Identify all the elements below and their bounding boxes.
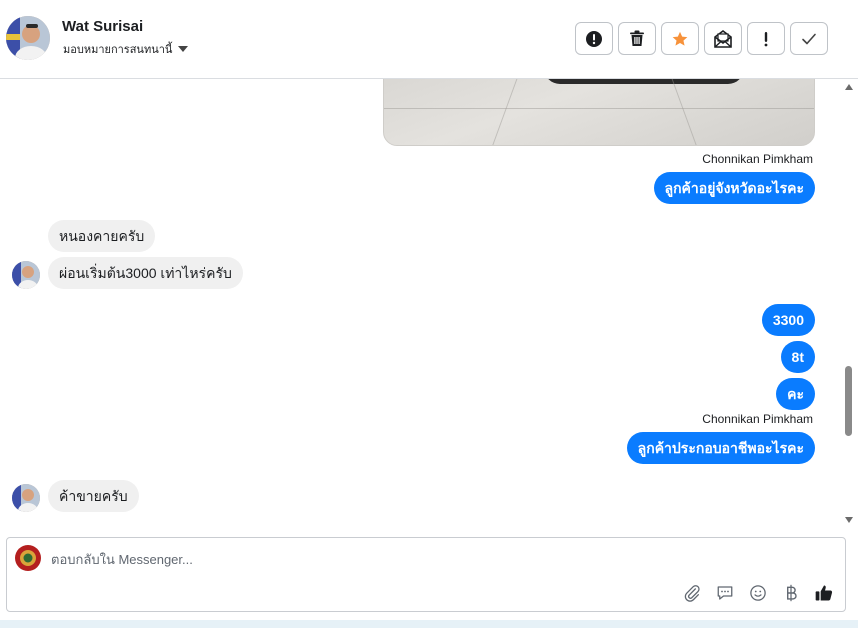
trash-icon — [630, 30, 644, 46]
thread-scrollbar[interactable] — [844, 79, 854, 527]
sender-name: Chonnikan Pimkham — [702, 412, 813, 426]
baht-icon[interactable] — [780, 582, 802, 604]
done-button[interactable] — [790, 22, 828, 55]
scroll-down-arrow-icon[interactable] — [845, 517, 853, 523]
reply-input[interactable] — [51, 549, 651, 569]
assign-label: มอบหมายการสนทนานี้ — [63, 44, 173, 56]
thumbs-up-icon[interactable] — [813, 582, 835, 604]
photo-tile-line — [384, 108, 814, 109]
bottom-divider — [0, 620, 858, 628]
page-avatar — [15, 545, 41, 571]
message-bubble-outgoing[interactable]: 8t — [780, 341, 815, 373]
message-bubble-outgoing[interactable]: คะ — [776, 378, 815, 410]
contact-avatar-small[interactable] — [12, 484, 40, 512]
envelope-open-icon — [714, 29, 732, 48]
star-icon — [672, 31, 688, 46]
contact-avatar-small[interactable] — [12, 261, 40, 289]
composer-tools — [681, 582, 835, 604]
conversation-header: Wat Surisai มอบหมายการสนทนานี้ — [0, 0, 858, 79]
scroll-thumb[interactable] — [845, 366, 852, 436]
checkmark-icon — [802, 33, 816, 44]
contact-avatar[interactable] — [6, 16, 50, 60]
header-actions — [575, 22, 828, 55]
paperclip-icon[interactable] — [681, 582, 703, 604]
scroll-up-arrow-icon[interactable] — [845, 84, 853, 90]
exclamation-icon — [764, 31, 768, 46]
messenger-conversation-panel: Wat Surisai มอบหมายการสนทนานี้ Chonnikan… — [0, 0, 858, 628]
message-bubble-outgoing[interactable]: 3300 — [761, 304, 815, 336]
saved-reply-icon[interactable] — [714, 582, 736, 604]
message-bubble-incoming[interactable]: ผ่อนเริ่มต้น3000 เท่าไหร่ครับ — [48, 257, 243, 289]
assign-conversation-dropdown[interactable]: มอบหมายการสนทนานี้ — [63, 40, 189, 58]
mark-unread-button[interactable] — [704, 22, 742, 55]
star-button[interactable] — [661, 22, 699, 55]
contact-name[interactable]: Wat Surisai — [62, 18, 143, 35]
message-bubble-incoming[interactable]: หนองคายครับ — [48, 220, 156, 252]
reply-composer — [6, 537, 846, 612]
message-bubble-incoming[interactable]: ค้าขายครับ — [48, 480, 139, 512]
spam-alert-button[interactable] — [575, 22, 613, 55]
delete-button[interactable] — [618, 22, 656, 55]
photo-dark-object — [544, 79, 744, 84]
message-bubble-outgoing[interactable]: ลูกค้าประกอบอาชีพอะไรคะ — [626, 432, 815, 464]
photo-tile-line — [491, 79, 518, 145]
message-bubble-outgoing[interactable]: ลูกค้าอยู่จังหวัดอะไรคะ — [653, 172, 815, 204]
image-attachment[interactable] — [383, 79, 815, 146]
message-thread: Chonnikan Pimkham ลูกค้าอยู่จังหวัดอะไรค… — [0, 79, 858, 527]
sender-name: Chonnikan Pimkham — [702, 152, 813, 166]
alert-circle-icon — [586, 30, 602, 47]
emoji-icon[interactable] — [747, 582, 769, 604]
important-button[interactable] — [747, 22, 785, 55]
caret-down-icon — [178, 46, 189, 52]
photo-tile-line — [671, 79, 698, 145]
